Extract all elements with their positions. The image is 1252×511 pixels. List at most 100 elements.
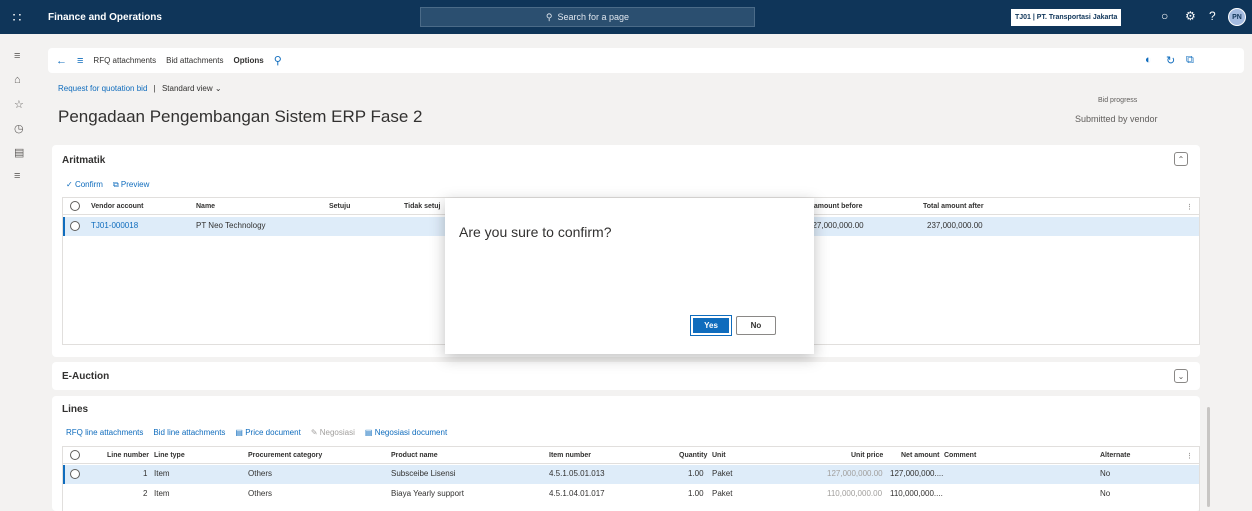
chevron-down-icon[interactable]: ⌄ bbox=[215, 84, 222, 93]
gear-icon[interactable]: ⚙ bbox=[1185, 9, 1196, 23]
home-icon[interactable]: ⌂ bbox=[14, 74, 21, 86]
yes-button[interactable]: Yes bbox=[690, 315, 732, 336]
confirm-dialog: Are you sure to confirm? Yes No bbox=[445, 198, 814, 354]
search-icon: ⚲ bbox=[545, 11, 553, 22]
app-title[interactable]: Finance and Operations bbox=[48, 12, 162, 23]
quantity-cell: 1.00 bbox=[688, 469, 704, 478]
quantity-cell: 1.00 bbox=[688, 489, 704, 498]
section-title[interactable]: Lines bbox=[62, 404, 88, 415]
price-document-button[interactable]: ▤ Price document bbox=[235, 428, 300, 437]
category-cell: Others bbox=[248, 469, 273, 478]
line-number-cell: 2 bbox=[143, 489, 148, 498]
unit-cell: Paket bbox=[712, 469, 733, 478]
section-title[interactable]: E-Auction bbox=[62, 371, 109, 382]
column-header[interactable]: Procurement category bbox=[248, 452, 322, 459]
table-row[interactable]: 1 Item Others Subsceibe Lisensi 4.5.1.05… bbox=[63, 465, 1199, 484]
document-icon: ▤ bbox=[235, 428, 243, 437]
workspace-icon[interactable]: ▤ bbox=[14, 146, 24, 159]
search-placeholder: Search for a page bbox=[557, 12, 630, 22]
more-icon[interactable]: ⋮ bbox=[1186, 203, 1193, 211]
avatar[interactable]: PN bbox=[1228, 8, 1246, 26]
vertical-scrollbar[interactable] bbox=[1207, 407, 1210, 507]
chevron-down-icon[interactable]: ⌄ bbox=[1174, 369, 1188, 383]
select-all-radio[interactable] bbox=[70, 450, 80, 460]
star-icon[interactable]: ☆ bbox=[14, 98, 24, 111]
waffle-icon[interactable]: ∷ bbox=[0, 0, 34, 34]
item-number-cell: 4.5.1.04.01.017 bbox=[549, 489, 605, 498]
clock-icon[interactable]: ◷ bbox=[14, 122, 24, 135]
open-new-icon[interactable]: ⧉ bbox=[1186, 54, 1194, 67]
product-name-cell: Subsceibe Lisensi bbox=[391, 469, 456, 478]
menu-icon[interactable]: ≡ bbox=[77, 55, 83, 67]
column-header[interactable]: Unit price bbox=[851, 452, 883, 459]
breadcrumb-link[interactable]: Request for quotation bid bbox=[58, 84, 147, 93]
office-icon[interactable]: ◐ bbox=[1145, 54, 1152, 66]
column-header[interactable]: Comment bbox=[944, 452, 976, 459]
amount-before-cell: 227,000,000.00 bbox=[808, 221, 864, 230]
column-header[interactable]: Product name bbox=[391, 452, 438, 459]
column-header[interactable]: Line number bbox=[107, 452, 149, 459]
vendor-account-cell[interactable]: TJ01-000018 bbox=[91, 221, 138, 230]
column-header[interactable]: Net amount bbox=[901, 452, 940, 459]
options-button[interactable]: Options bbox=[233, 56, 263, 65]
no-button[interactable]: No bbox=[736, 316, 776, 335]
bell-icon[interactable]: ○ bbox=[1161, 9, 1168, 23]
column-header[interactable]: Quantity bbox=[679, 452, 707, 459]
bid-progress-value: Submitted by vendor bbox=[1075, 114, 1158, 124]
column-header[interactable]: Setuju bbox=[329, 203, 350, 210]
edit-icon: ✎ bbox=[310, 428, 318, 437]
search-box[interactable]: ⚲ Search for a page bbox=[420, 7, 755, 27]
hamburger-icon[interactable]: ≡ bbox=[14, 50, 20, 62]
column-header[interactable]: Name bbox=[196, 203, 215, 210]
column-header[interactable]: Item number bbox=[549, 452, 591, 459]
page-title: Pengadaan Pengembangan Sistem ERP Fase 2 bbox=[58, 107, 423, 126]
section-title[interactable]: Aritmatik bbox=[62, 155, 105, 166]
e-auction-section: E-Auction ⌄ bbox=[52, 362, 1200, 390]
column-header[interactable]: Line type bbox=[154, 452, 185, 459]
bid-attachments-button[interactable]: Bid attachments bbox=[166, 56, 223, 65]
item-number-cell: 4.5.1.05.01.013 bbox=[549, 469, 605, 478]
more-icon[interactable]: ⋮ bbox=[1186, 452, 1193, 460]
preview-label: Preview bbox=[120, 180, 150, 189]
bid-line-attachments-button[interactable]: Bid line attachments bbox=[153, 428, 225, 437]
breadcrumb-separator: | bbox=[153, 84, 156, 93]
lines-section: Lines RFQ line attachments Bid line atta… bbox=[52, 396, 1200, 511]
chevron-up-icon[interactable]: ⌃ bbox=[1174, 152, 1188, 166]
breadcrumb: Request for quotation bid | Standard vie… bbox=[58, 84, 222, 93]
view-selector[interactable]: Standard view bbox=[162, 84, 213, 93]
back-icon[interactable]: ← bbox=[56, 55, 67, 67]
line-number-cell: 1 bbox=[143, 469, 148, 478]
refresh-icon[interactable]: ↻ bbox=[1166, 54, 1175, 67]
column-header[interactable]: Total amount after bbox=[923, 203, 984, 210]
alternate-cell: No bbox=[1100, 469, 1111, 478]
rfq-line-attachments-button[interactable]: RFQ line attachments bbox=[66, 428, 143, 437]
negosiasi-document-button[interactable]: ▤ Negosiasi document bbox=[365, 428, 447, 437]
select-all-radio[interactable] bbox=[70, 201, 80, 211]
nav-pane: ≡ ⌂ ☆ ◷ ▤ ≡ bbox=[0, 34, 44, 511]
column-header[interactable]: Unit bbox=[712, 452, 726, 459]
negosiasi-label: Negosiasi bbox=[319, 428, 355, 437]
help-icon[interactable]: ? bbox=[1209, 9, 1216, 23]
amount-after-cell: 237,000,000.00 bbox=[927, 221, 983, 230]
product-name-cell: Biaya Yearly support bbox=[391, 489, 464, 498]
row-radio[interactable] bbox=[70, 469, 80, 479]
column-header[interactable]: Alternate bbox=[1100, 452, 1130, 459]
company-picker[interactable]: TJ01 | PT. Transportasi Jakarta bbox=[1011, 9, 1122, 26]
list-icon[interactable]: ≡ bbox=[14, 170, 20, 182]
negosiasi-button[interactable]: ✎ Negosiasi bbox=[311, 428, 355, 437]
unit-cell: Paket bbox=[712, 489, 733, 498]
column-header[interactable]: Tidak setuj bbox=[404, 203, 440, 210]
net-amount-cell: 127,000,000.... bbox=[890, 469, 944, 478]
rfq-attachments-button[interactable]: RFQ attachments bbox=[93, 56, 156, 65]
row-radio[interactable] bbox=[70, 221, 80, 231]
grid-header: Line number Line type Procurement catego… bbox=[63, 447, 1199, 464]
column-header[interactable]: Vendor account bbox=[91, 203, 144, 210]
unit-price-cell: 127,000,000.00 bbox=[827, 469, 883, 478]
table-row[interactable]: 2 Item Others Biaya Yearly support 4.5.1… bbox=[63, 485, 1199, 504]
dialog-message: Are you sure to confirm? bbox=[459, 224, 612, 240]
preview-button[interactable]: ⧉ Preview bbox=[113, 180, 149, 190]
bid-progress-label: Bid progress bbox=[1098, 97, 1138, 104]
column-header[interactable]: l amount before bbox=[810, 203, 863, 210]
find-icon[interactable]: ⚲ bbox=[274, 54, 282, 67]
confirm-button[interactable]: ✓ Confirm bbox=[66, 180, 103, 190]
